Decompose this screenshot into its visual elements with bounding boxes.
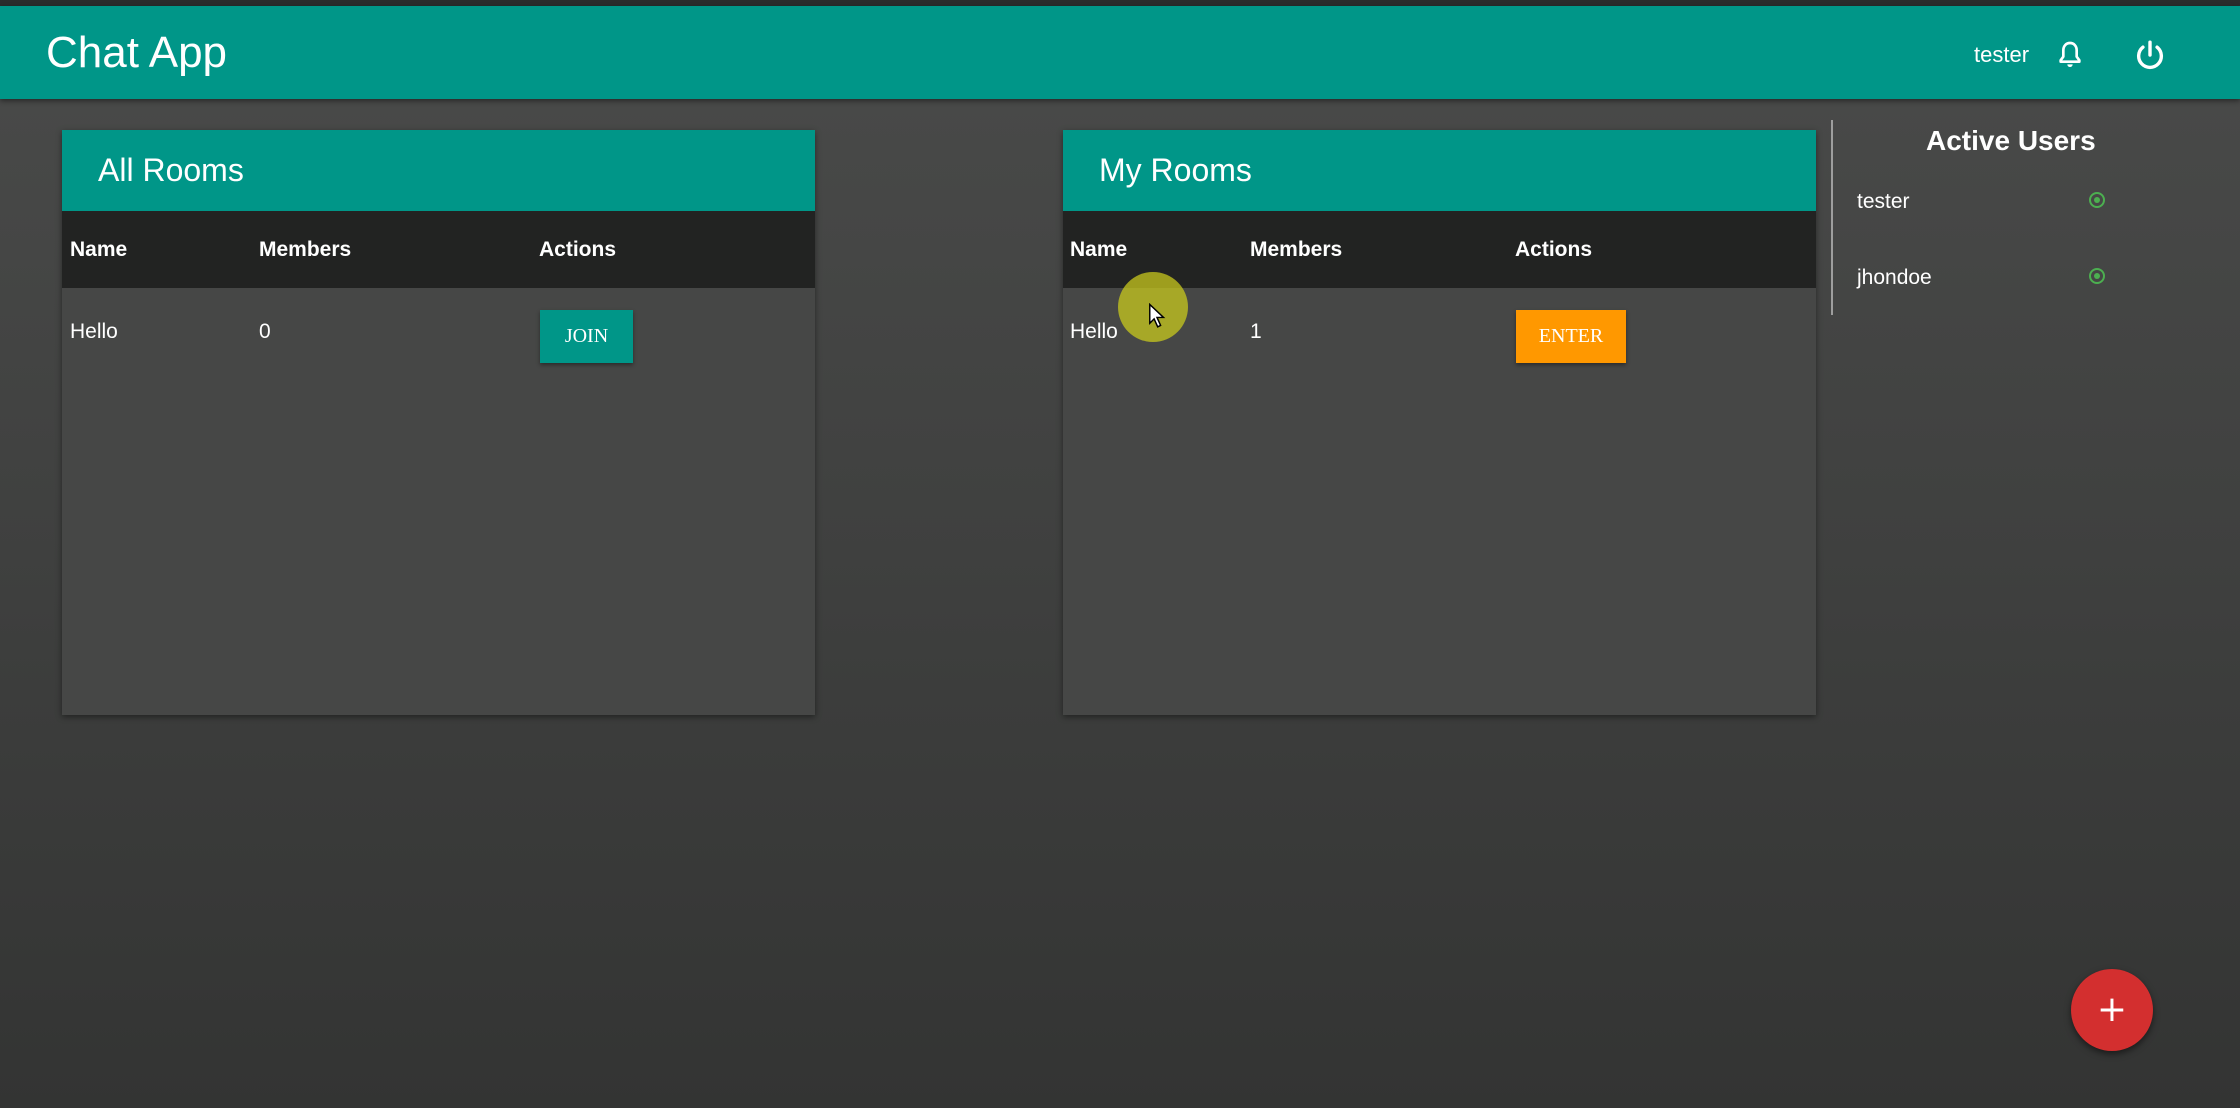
current-username: tester xyxy=(1974,42,2030,67)
room-members-count: 1 xyxy=(1250,320,1262,343)
room-name: Hello xyxy=(70,320,118,343)
app-bar: Chat App tester xyxy=(0,6,2240,99)
active-users-title: Active Users xyxy=(1926,125,2096,156)
active-user-name: tester xyxy=(1857,190,1910,213)
active-user-item[interactable]: tester xyxy=(1857,190,2117,230)
my-rooms-card: My Rooms Name Members Actions Hello 1 EN… xyxy=(1063,130,1816,715)
column-header-actions: Actions xyxy=(539,238,617,261)
add-room-button[interactable]: + xyxy=(2071,969,2153,1051)
column-header-name: Name xyxy=(70,238,128,261)
power-icon[interactable] xyxy=(2133,38,2167,72)
column-header-members: Members xyxy=(259,238,352,261)
sidebar-divider xyxy=(1831,120,1833,315)
column-header-members: Members xyxy=(1250,238,1343,261)
app-title: Chat App xyxy=(46,28,228,77)
active-user-name: jhondoe xyxy=(1857,266,1932,289)
all-rooms-title: All Rooms xyxy=(62,130,815,211)
column-header-actions: Actions xyxy=(1515,238,1593,261)
table-row: Hello 0 JOIN xyxy=(62,288,815,383)
online-status-icon xyxy=(2089,192,2105,208)
column-header-name: Name xyxy=(1070,238,1128,261)
room-name: Hello xyxy=(1070,320,1118,343)
online-status-icon xyxy=(2089,268,2105,284)
all-rooms-table-header: Name Members Actions xyxy=(62,211,815,288)
mouse-pointer-icon xyxy=(1149,303,1166,328)
all-rooms-card: All Rooms Name Members Actions Hello 0 J… xyxy=(62,130,815,715)
join-room-button[interactable]: JOIN xyxy=(540,310,633,363)
enter-room-button[interactable]: ENTER xyxy=(1516,310,1626,363)
my-rooms-title: My Rooms xyxy=(1063,130,1816,211)
room-members-count: 0 xyxy=(259,320,271,343)
bell-icon[interactable] xyxy=(2054,38,2086,72)
my-rooms-table-header: Name Members Actions xyxy=(1063,211,1816,288)
active-user-item[interactable]: jhondoe xyxy=(1857,266,2117,306)
